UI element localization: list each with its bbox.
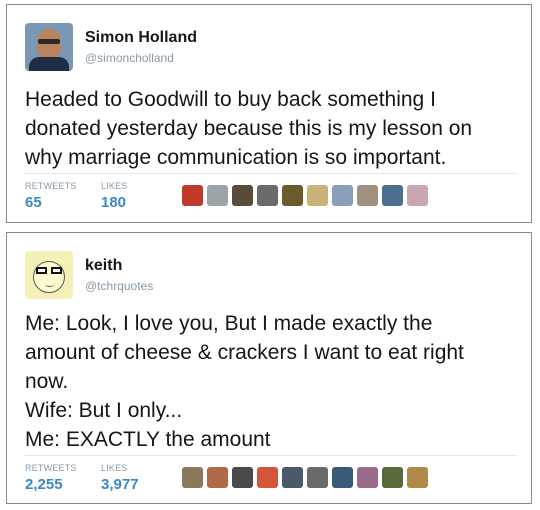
liker-avatar[interactable] bbox=[382, 467, 403, 488]
liker-avatar[interactable] bbox=[332, 467, 353, 488]
likers-avatars bbox=[182, 185, 428, 206]
liker-avatar[interactable] bbox=[182, 185, 203, 206]
liker-avatar[interactable] bbox=[232, 467, 253, 488]
liker-avatar[interactable] bbox=[407, 467, 428, 488]
liker-avatar[interactable] bbox=[257, 185, 278, 206]
divider bbox=[25, 173, 517, 174]
liker-avatar[interactable] bbox=[282, 467, 303, 488]
likes-label: LIKES bbox=[101, 463, 128, 473]
tweet-text-line: Me: EXACTLY the amount bbox=[25, 428, 271, 451]
liker-avatar[interactable] bbox=[407, 185, 428, 206]
liker-avatar[interactable] bbox=[257, 467, 278, 488]
tweet-text-line: amount of cheese & crackers I want to ea… bbox=[25, 341, 464, 364]
liker-avatar[interactable] bbox=[282, 185, 303, 206]
liker-avatar[interactable] bbox=[207, 185, 228, 206]
retweets-count[interactable]: 2,255 bbox=[25, 476, 63, 493]
tweet-text: Me: Look, I love you, But I made exactly… bbox=[25, 309, 530, 454]
avatar[interactable] bbox=[25, 23, 73, 71]
liker-avatar[interactable] bbox=[307, 185, 328, 206]
likes-count[interactable]: 3,977 bbox=[101, 476, 139, 493]
liker-avatar[interactable] bbox=[332, 185, 353, 206]
retweets-label: RETWEETS bbox=[25, 181, 77, 191]
divider bbox=[25, 455, 517, 456]
tweet-text-line: now. bbox=[25, 370, 69, 393]
avatar[interactable] bbox=[25, 251, 73, 299]
retweets-count[interactable]: 65 bbox=[25, 194, 42, 211]
tweet-card[interactable]: Simon Holland @simoncholland Headed to G… bbox=[6, 4, 532, 223]
liker-avatar[interactable] bbox=[207, 467, 228, 488]
liker-avatar[interactable] bbox=[182, 467, 203, 488]
tweet-text-line: why marriage communication is so importa… bbox=[25, 146, 447, 169]
tweet-text-line: Wife: But I only... bbox=[25, 399, 183, 422]
likes-label: LIKES bbox=[101, 181, 128, 191]
liker-avatar[interactable] bbox=[307, 467, 328, 488]
display-name[interactable]: Simon Holland bbox=[85, 29, 197, 47]
tweet-text-line: Me: Look, I love you, But I made exactly… bbox=[25, 312, 433, 335]
likes-count[interactable]: 180 bbox=[101, 194, 126, 211]
liker-avatar[interactable] bbox=[357, 467, 378, 488]
tweet-text-line: donated yesterday because this is my les… bbox=[25, 117, 473, 140]
tweet-card[interactable]: keith @tchrquotes Me: Look, I love you, … bbox=[6, 232, 532, 504]
user-handle[interactable]: @simoncholland bbox=[85, 51, 174, 65]
liker-avatar[interactable] bbox=[232, 185, 253, 206]
tweet-text: Headed to Goodwill to buy back something… bbox=[25, 85, 530, 172]
liker-avatar[interactable] bbox=[382, 185, 403, 206]
user-handle[interactable]: @tchrquotes bbox=[85, 279, 153, 293]
liker-avatar[interactable] bbox=[357, 185, 378, 206]
tweet-text-line: Headed to Goodwill to buy back something… bbox=[25, 88, 436, 111]
likers-avatars bbox=[182, 467, 428, 488]
display-name[interactable]: keith bbox=[85, 257, 122, 275]
retweets-label: RETWEETS bbox=[25, 463, 77, 473]
